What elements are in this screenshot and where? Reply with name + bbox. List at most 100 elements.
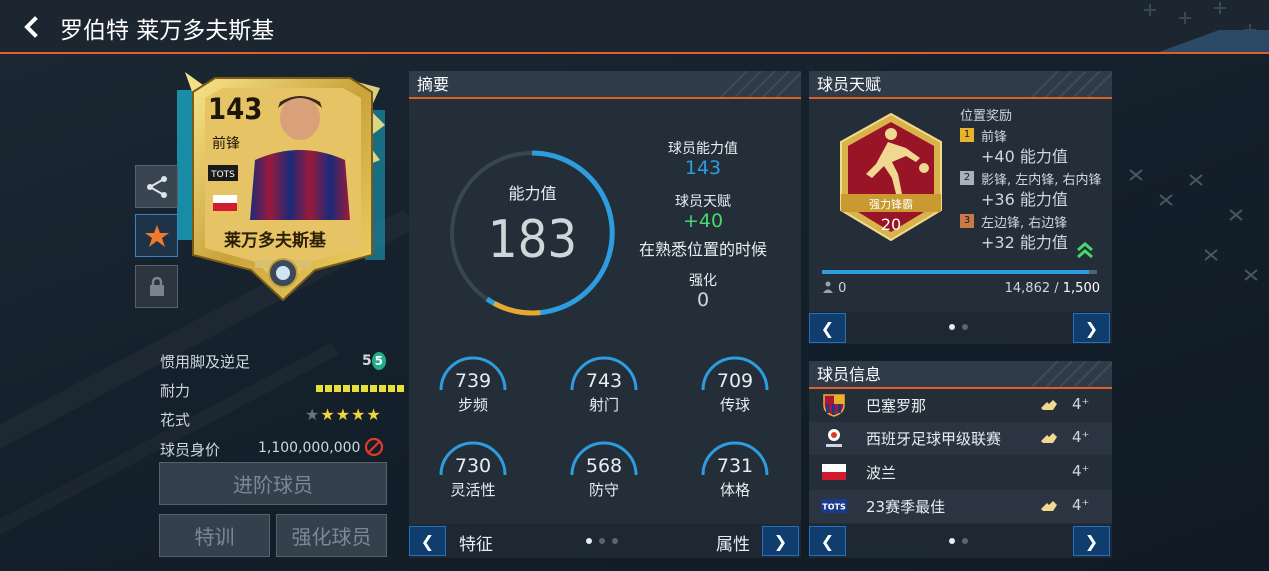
weak-foot-badge: 55 [362, 352, 386, 370]
stamina-label: 耐力 [160, 382, 191, 400]
skill-moves-stars: ★★★★★ [305, 405, 382, 424]
weak-foot-label: 惯用脚及逆足 [160, 353, 251, 371]
weak-foot-value: 5 [362, 353, 372, 369]
training-button[interactable]: 特训 [159, 514, 270, 557]
attribute-name: 射门 [588, 396, 619, 414]
skill-moves-label: 花式 [160, 411, 191, 429]
card-position: 前锋 [212, 136, 240, 152]
info-row-league[interactable]: 西班牙足球甲级联赛 4⁺ [809, 422, 1112, 455]
info-program-level: 4⁺ [1072, 496, 1090, 514]
info-prev-button[interactable]: ❮ [809, 526, 846, 556]
talent-badge-name: 强力锋霸 [869, 198, 913, 211]
enhance-value: 0 [696, 289, 710, 311]
bonus-rank-badge: 1 [960, 128, 974, 142]
talent-progress-left: 0 [822, 281, 846, 296]
summary-title: 摘要 [417, 75, 450, 94]
attribute-value: 568 [585, 455, 623, 477]
bonus-rank-badge: 3 [960, 214, 974, 228]
chevron-left-icon [24, 16, 38, 38]
base-rating-value: 143 [684, 157, 722, 179]
bonus-rank-badge: 2 [960, 171, 974, 185]
attribute-name: 防守 [588, 481, 619, 499]
position-bonus-title: 位置奖励 [960, 109, 1013, 124]
svg-text:TOTS: TOTS [210, 170, 235, 180]
not-tradeable-icon [364, 437, 384, 457]
info-row-program[interactable]: TOTS 23赛季最佳 4⁺ [809, 490, 1112, 523]
summary-footer-right[interactable]: 属性 [716, 530, 750, 555]
svg-text:TOTS: TOTS [822, 503, 846, 512]
chemistry-hand-icon [1041, 400, 1057, 410]
attribute-value: 709 [716, 370, 754, 392]
talent-header: 球员天赋 [809, 71, 1112, 99]
nation-flag-icon [822, 464, 846, 480]
talent-label: 球员天赋 [675, 194, 731, 210]
header-decoration [1144, 2, 1269, 52]
bonus-value: +32 能力值 [981, 233, 1068, 252]
attribute-value: 743 [585, 370, 623, 392]
card-rating: 143 [208, 92, 263, 126]
summary-header: 摘要 [409, 71, 801, 99]
favorite-button[interactable] [135, 214, 178, 257]
info-header: 球员信息 [809, 361, 1112, 389]
bonus-value: +40 能力值 [981, 147, 1068, 166]
talent-title: 球员天赋 [817, 75, 882, 94]
overall-value: 183 [487, 210, 578, 270]
talent-progress-left-value: 0 [838, 281, 847, 296]
star-icon [144, 224, 169, 247]
lock-button[interactable] [135, 265, 178, 308]
attribute-name: 体格 [719, 481, 750, 499]
attribute-name: 传球 [719, 396, 750, 414]
attribute-name: 灵活性 [450, 481, 496, 499]
talent-badge-level: 20 [880, 215, 902, 234]
enhance-button[interactable]: 强化球员 [276, 514, 387, 557]
info-club-level: 4⁺ [1072, 395, 1090, 413]
talent-progress-text: 14,862 / 1,500 [1004, 281, 1100, 296]
upgrade-arrow-icon [1077, 242, 1093, 259]
info-club-name: 巴塞罗那 [866, 397, 927, 415]
info-page-dots [949, 538, 968, 544]
card-player-name: 莱万多夫斯基 [224, 231, 326, 251]
info-row-club[interactable]: 巴塞罗那 4⁺ [809, 389, 1112, 422]
summary-prev-button[interactable]: ❮ [409, 526, 446, 556]
enhance-label: 强化 [689, 273, 717, 289]
info-row-nation[interactable]: 波兰 4⁺ [809, 456, 1112, 489]
league-logo-icon [826, 429, 842, 447]
header-hatch-decoration [1031, 361, 1112, 387]
price-label: 球员身价 [160, 441, 221, 459]
base-rating-label: 球员能力值 [668, 141, 738, 157]
price-value: 1,100,000,000 [258, 440, 361, 456]
attribute-name: 步频 [457, 396, 488, 414]
talent-progress-fill [822, 270, 1089, 274]
talent-value: +40 [682, 210, 724, 232]
club-crest-icon [823, 394, 845, 417]
stamina-bar [316, 385, 404, 392]
summary-page-dots [586, 538, 618, 544]
skill-foot-value: 5 [371, 352, 386, 370]
page-title: 罗伯特 莱万多夫斯基 [60, 18, 275, 44]
talent-progress-current: 14,862 [1004, 281, 1051, 296]
bg-cross-decoration [1129, 169, 1258, 281]
info-nation-name: 波兰 [866, 464, 897, 482]
back-button[interactable] [16, 12, 46, 42]
talent-progress-max: 1,500 [1062, 281, 1100, 296]
talent-next-button[interactable]: ❯ [1073, 313, 1110, 343]
info-nation-level: 4⁺ [1072, 462, 1090, 480]
info-title: 球员信息 [817, 365, 882, 384]
info-next-button[interactable]: ❯ [1073, 526, 1110, 556]
info-program-name: 23赛季最佳 [866, 498, 946, 516]
talent-prev-button[interactable]: ❮ [809, 313, 846, 343]
attribute-value: 730 [454, 455, 492, 477]
talent-progress-bar [822, 270, 1097, 274]
rank-up-button[interactable]: 进阶球员 [159, 462, 387, 505]
header-hatch-decoration [1031, 71, 1112, 97]
summary-next-button[interactable]: ❯ [762, 526, 799, 556]
chemistry-hand-icon [1041, 501, 1057, 511]
person-icon [823, 281, 833, 293]
summary-footer-left[interactable]: 特征 [459, 530, 493, 555]
program-logo-icon: TOTS [821, 499, 847, 513]
top-bar: 罗伯特 莱万多夫斯基 [0, 0, 1269, 54]
share-button[interactable] [135, 165, 178, 208]
chemistry-hand-icon [1041, 433, 1057, 443]
share-icon [146, 175, 167, 198]
lock-icon [149, 276, 164, 296]
